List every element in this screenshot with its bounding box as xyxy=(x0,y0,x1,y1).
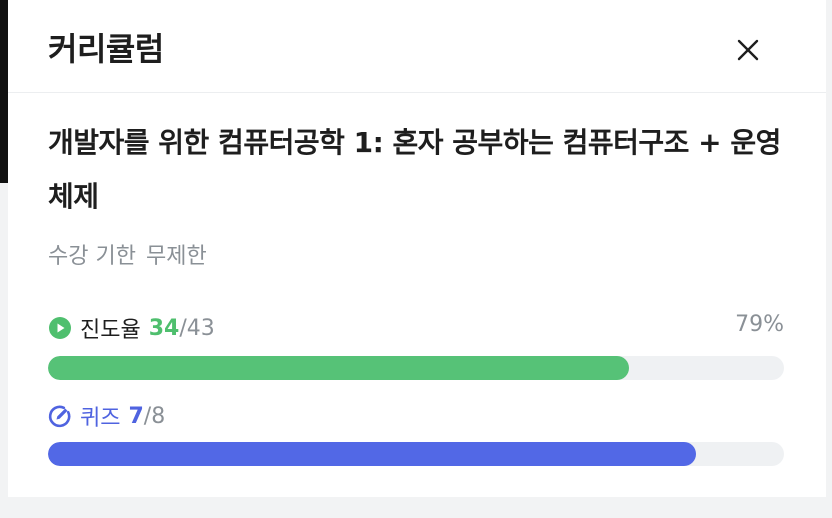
curriculum-panel: 커리큘럼 개발자를 위한 컴퓨터공학 1: 혼자 공부하는 컴퓨터구조 + 운영… xyxy=(8,0,826,497)
quiz-done-count: 7 xyxy=(128,403,144,429)
progress-label: 진도율 34 /43 xyxy=(48,312,215,344)
quiz-bar-track xyxy=(48,442,784,466)
progress-bar-track xyxy=(48,356,784,380)
close-button[interactable] xyxy=(730,32,766,68)
quiz-total-count: /8 xyxy=(143,403,166,429)
progress-total-count: /43 xyxy=(179,315,215,341)
progress-done-count: 34 xyxy=(148,315,180,341)
quiz-pencil-icon xyxy=(48,405,71,428)
close-icon xyxy=(737,39,759,61)
quiz-row: 퀴즈 7 /8 xyxy=(48,400,165,432)
quiz-label-text: 퀴즈 xyxy=(80,406,121,431)
progress-label-text: 진도율 xyxy=(80,318,141,343)
period-value: 무제한 xyxy=(145,244,207,269)
background-window-edge xyxy=(0,0,8,183)
play-circle-icon xyxy=(49,317,71,339)
quiz-bar-fill xyxy=(48,442,696,466)
progress-row: 진도율 34 /43 79% xyxy=(48,312,784,344)
progress-bar-fill xyxy=(48,356,630,380)
panel-title: 커리큘럼 xyxy=(48,30,164,68)
panel-header: 커리큘럼 xyxy=(8,0,826,93)
course-title: 개발자를 위한 컴퓨터공학 1: 혼자 공부하는 컴퓨터구조 + 운영체제 xyxy=(48,126,781,213)
period-label: 수강 기한 xyxy=(48,244,136,269)
progress-percent: 79% xyxy=(735,312,784,337)
course-period: 수강 기한 무제한 xyxy=(48,238,207,270)
